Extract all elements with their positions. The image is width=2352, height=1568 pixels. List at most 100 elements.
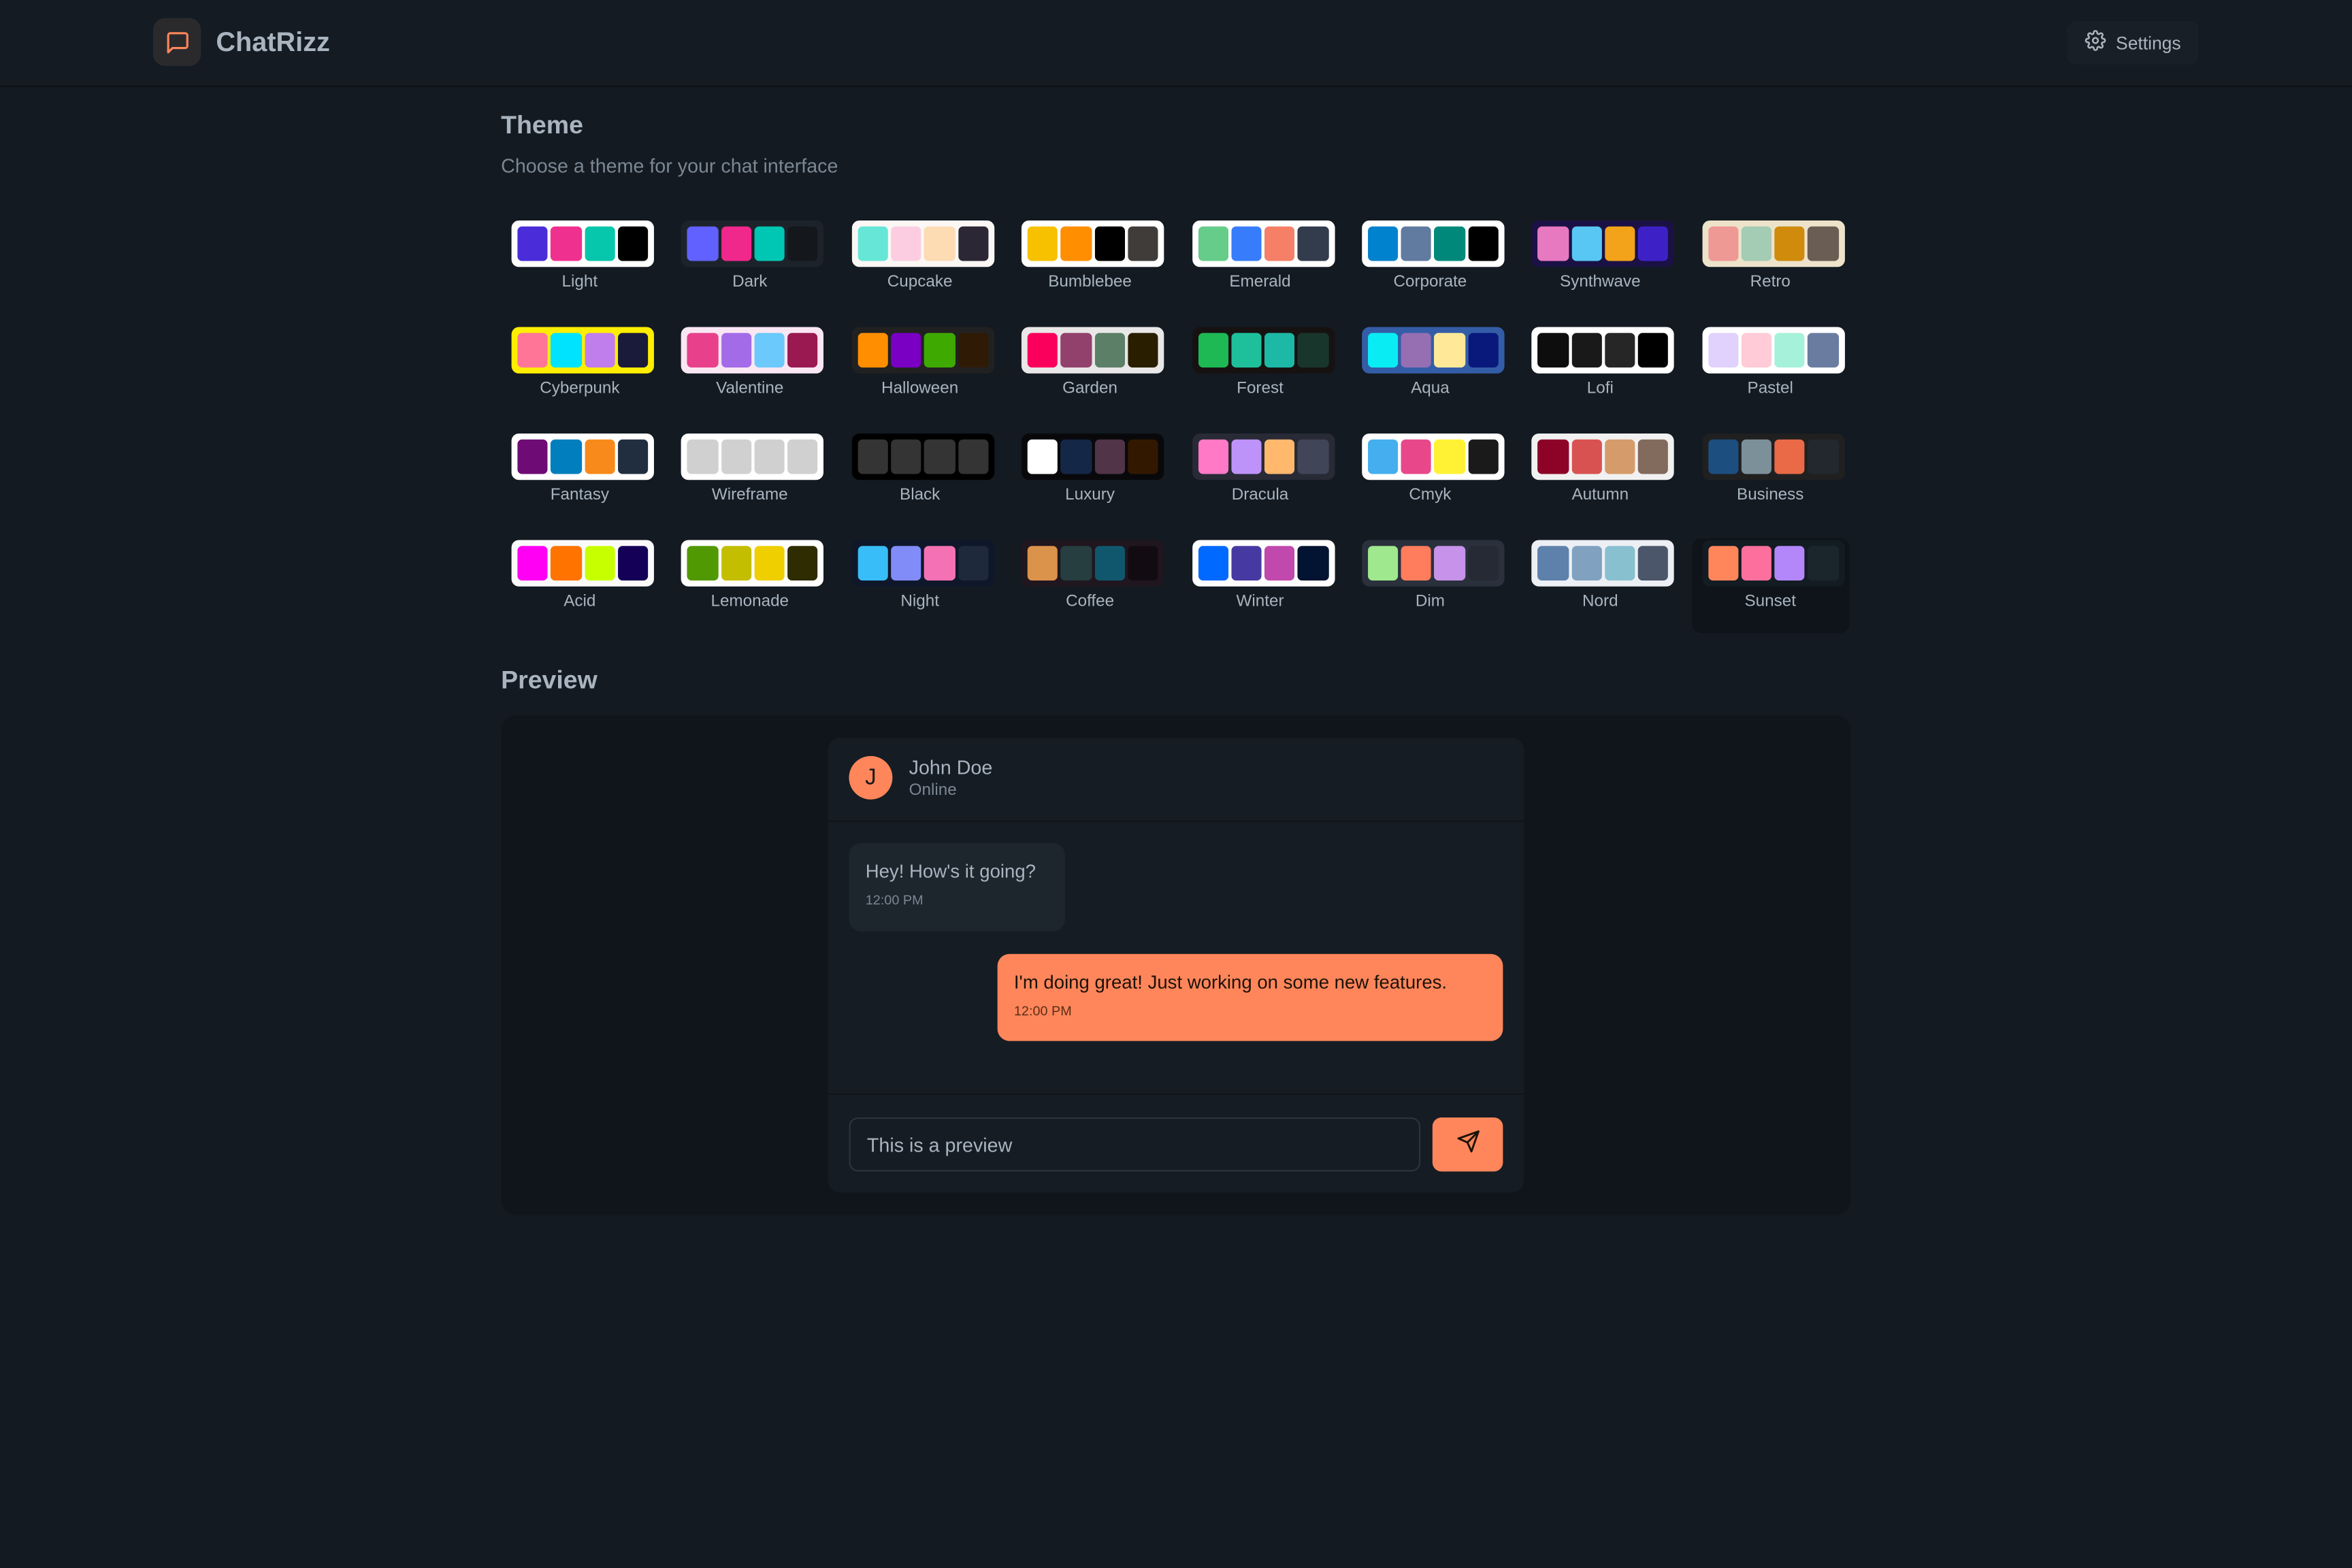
color-swatch bbox=[1571, 546, 1602, 581]
color-swatch bbox=[1637, 546, 1669, 581]
color-swatch bbox=[1128, 226, 1158, 261]
theme-option-lofi[interactable]: Lofi bbox=[1522, 325, 1679, 420]
theme-name: Autumn bbox=[1571, 486, 1629, 504]
message-input-bar bbox=[828, 1093, 1524, 1192]
theme-name: Lofi bbox=[1586, 379, 1614, 398]
theme-option-synthwave[interactable]: Synthwave bbox=[1522, 219, 1679, 314]
theme-option-acid[interactable]: Acid bbox=[501, 538, 658, 633]
color-swatch bbox=[1061, 226, 1092, 261]
theme-option-coffee[interactable]: Coffee bbox=[1011, 538, 1169, 633]
theme-option-forest[interactable]: Forest bbox=[1181, 325, 1339, 420]
color-swatch bbox=[1741, 226, 1772, 261]
theme-option-cmyk[interactable]: Cmyk bbox=[1352, 432, 1509, 527]
theme-option-bumblebee[interactable]: Bumblebee bbox=[1011, 219, 1169, 314]
message-time: 12:00 PM bbox=[1013, 1003, 1072, 1019]
theme-section-subtitle: Choose a theme for your chat interface bbox=[501, 154, 838, 178]
color-swatch bbox=[551, 546, 582, 581]
color-swatch bbox=[1708, 226, 1739, 261]
theme-swatches bbox=[1362, 220, 1505, 267]
color-swatch bbox=[1708, 439, 1739, 474]
theme-option-night[interactable]: Night bbox=[841, 538, 998, 633]
theme-option-retro[interactable]: Retro bbox=[1692, 219, 1849, 314]
message-text: Hey! How's it going? bbox=[865, 861, 1036, 882]
settings-button[interactable]: Settings bbox=[2066, 20, 2200, 65]
theme-option-business[interactable]: Business bbox=[1692, 432, 1849, 527]
theme-option-dracula[interactable]: Dracula bbox=[1181, 432, 1339, 527]
theme-name: Nord bbox=[1582, 592, 1618, 611]
theme-option-cupcake[interactable]: Cupcake bbox=[841, 219, 998, 314]
theme-option-dim[interactable]: Dim bbox=[1352, 538, 1509, 633]
color-swatch bbox=[891, 226, 921, 261]
color-swatch bbox=[787, 333, 819, 368]
color-swatch bbox=[1637, 439, 1669, 474]
color-swatch bbox=[924, 439, 955, 474]
theme-swatches bbox=[681, 540, 824, 587]
theme-name: Garden bbox=[1062, 379, 1118, 398]
color-swatch bbox=[787, 226, 819, 261]
theme-option-emerald[interactable]: Emerald bbox=[1181, 219, 1339, 314]
theme-swatches bbox=[511, 220, 654, 267]
color-swatch bbox=[1774, 333, 1806, 368]
theme-option-cyberpunk[interactable]: Cyberpunk bbox=[501, 325, 658, 420]
chat-window: J John Doe Online Hey! How's it going? 1… bbox=[828, 738, 1524, 1193]
theme-option-valentine[interactable]: Valentine bbox=[671, 325, 828, 420]
message-square-icon bbox=[152, 18, 201, 66]
theme-name: Business bbox=[1737, 486, 1804, 504]
theme-option-winter[interactable]: Winter bbox=[1181, 538, 1339, 633]
theme-option-fantasy[interactable]: Fantasy bbox=[501, 432, 658, 527]
color-swatch bbox=[1537, 226, 1569, 261]
color-swatch bbox=[584, 226, 615, 261]
color-swatch bbox=[1808, 546, 1839, 581]
app-name: ChatRizz bbox=[216, 26, 330, 56]
color-swatch bbox=[1198, 439, 1228, 474]
color-swatch bbox=[721, 546, 751, 581]
brand[interactable]: ChatRizz bbox=[152, 18, 330, 66]
theme-option-sunset[interactable]: Sunset bbox=[1691, 538, 1849, 634]
theme-swatches bbox=[511, 540, 654, 587]
theme-name: Wireframe bbox=[711, 486, 788, 504]
color-swatch bbox=[1468, 226, 1499, 261]
message-input[interactable] bbox=[849, 1117, 1421, 1172]
theme-option-garden[interactable]: Garden bbox=[1011, 325, 1169, 420]
theme-swatches bbox=[511, 433, 654, 480]
theme-option-corporate[interactable]: Corporate bbox=[1352, 219, 1509, 314]
theme-option-light[interactable]: Light bbox=[501, 219, 658, 314]
send-button[interactable] bbox=[1432, 1117, 1503, 1172]
color-swatch bbox=[1231, 226, 1262, 261]
color-swatch bbox=[1537, 333, 1569, 368]
theme-option-lemonade[interactable]: Lemonade bbox=[671, 538, 828, 633]
color-swatch bbox=[687, 439, 718, 474]
theme-name: Acid bbox=[564, 592, 596, 611]
theme-option-autumn[interactable]: Autumn bbox=[1522, 432, 1679, 527]
theme-swatches bbox=[1701, 433, 1845, 480]
send-icon bbox=[1456, 1129, 1480, 1160]
theme-option-nord[interactable]: Nord bbox=[1522, 538, 1679, 633]
color-swatch bbox=[1401, 546, 1432, 581]
theme-swatches bbox=[851, 327, 994, 374]
color-swatch bbox=[1198, 226, 1228, 261]
theme-option-luxury[interactable]: Luxury bbox=[1011, 432, 1169, 527]
color-swatch bbox=[1708, 546, 1739, 581]
theme-swatches bbox=[1192, 433, 1335, 480]
theme-option-dark[interactable]: Dark bbox=[671, 219, 828, 314]
color-swatch bbox=[1298, 439, 1328, 474]
color-swatch bbox=[858, 226, 888, 261]
color-swatch bbox=[1128, 333, 1158, 368]
color-swatch bbox=[1435, 439, 1465, 474]
color-swatch bbox=[617, 333, 649, 368]
theme-option-pastel[interactable]: Pastel bbox=[1692, 325, 1849, 420]
theme-option-halloween[interactable]: Halloween bbox=[841, 325, 998, 420]
color-swatch bbox=[617, 546, 649, 581]
theme-option-wireframe[interactable]: Wireframe bbox=[671, 432, 828, 527]
theme-option-aqua[interactable]: Aqua bbox=[1352, 325, 1509, 420]
color-swatch bbox=[1468, 333, 1499, 368]
color-swatch bbox=[958, 439, 988, 474]
app-root: ChatRizz Settings Theme Choose a theme f… bbox=[0, 0, 2352, 1567]
settings-label: Settings bbox=[2116, 32, 2181, 54]
color-swatch bbox=[858, 439, 888, 474]
theme-option-black[interactable]: Black bbox=[841, 432, 998, 527]
color-swatch bbox=[958, 226, 988, 261]
color-swatch bbox=[924, 546, 955, 581]
color-swatch bbox=[1094, 226, 1125, 261]
color-swatch bbox=[584, 546, 615, 581]
